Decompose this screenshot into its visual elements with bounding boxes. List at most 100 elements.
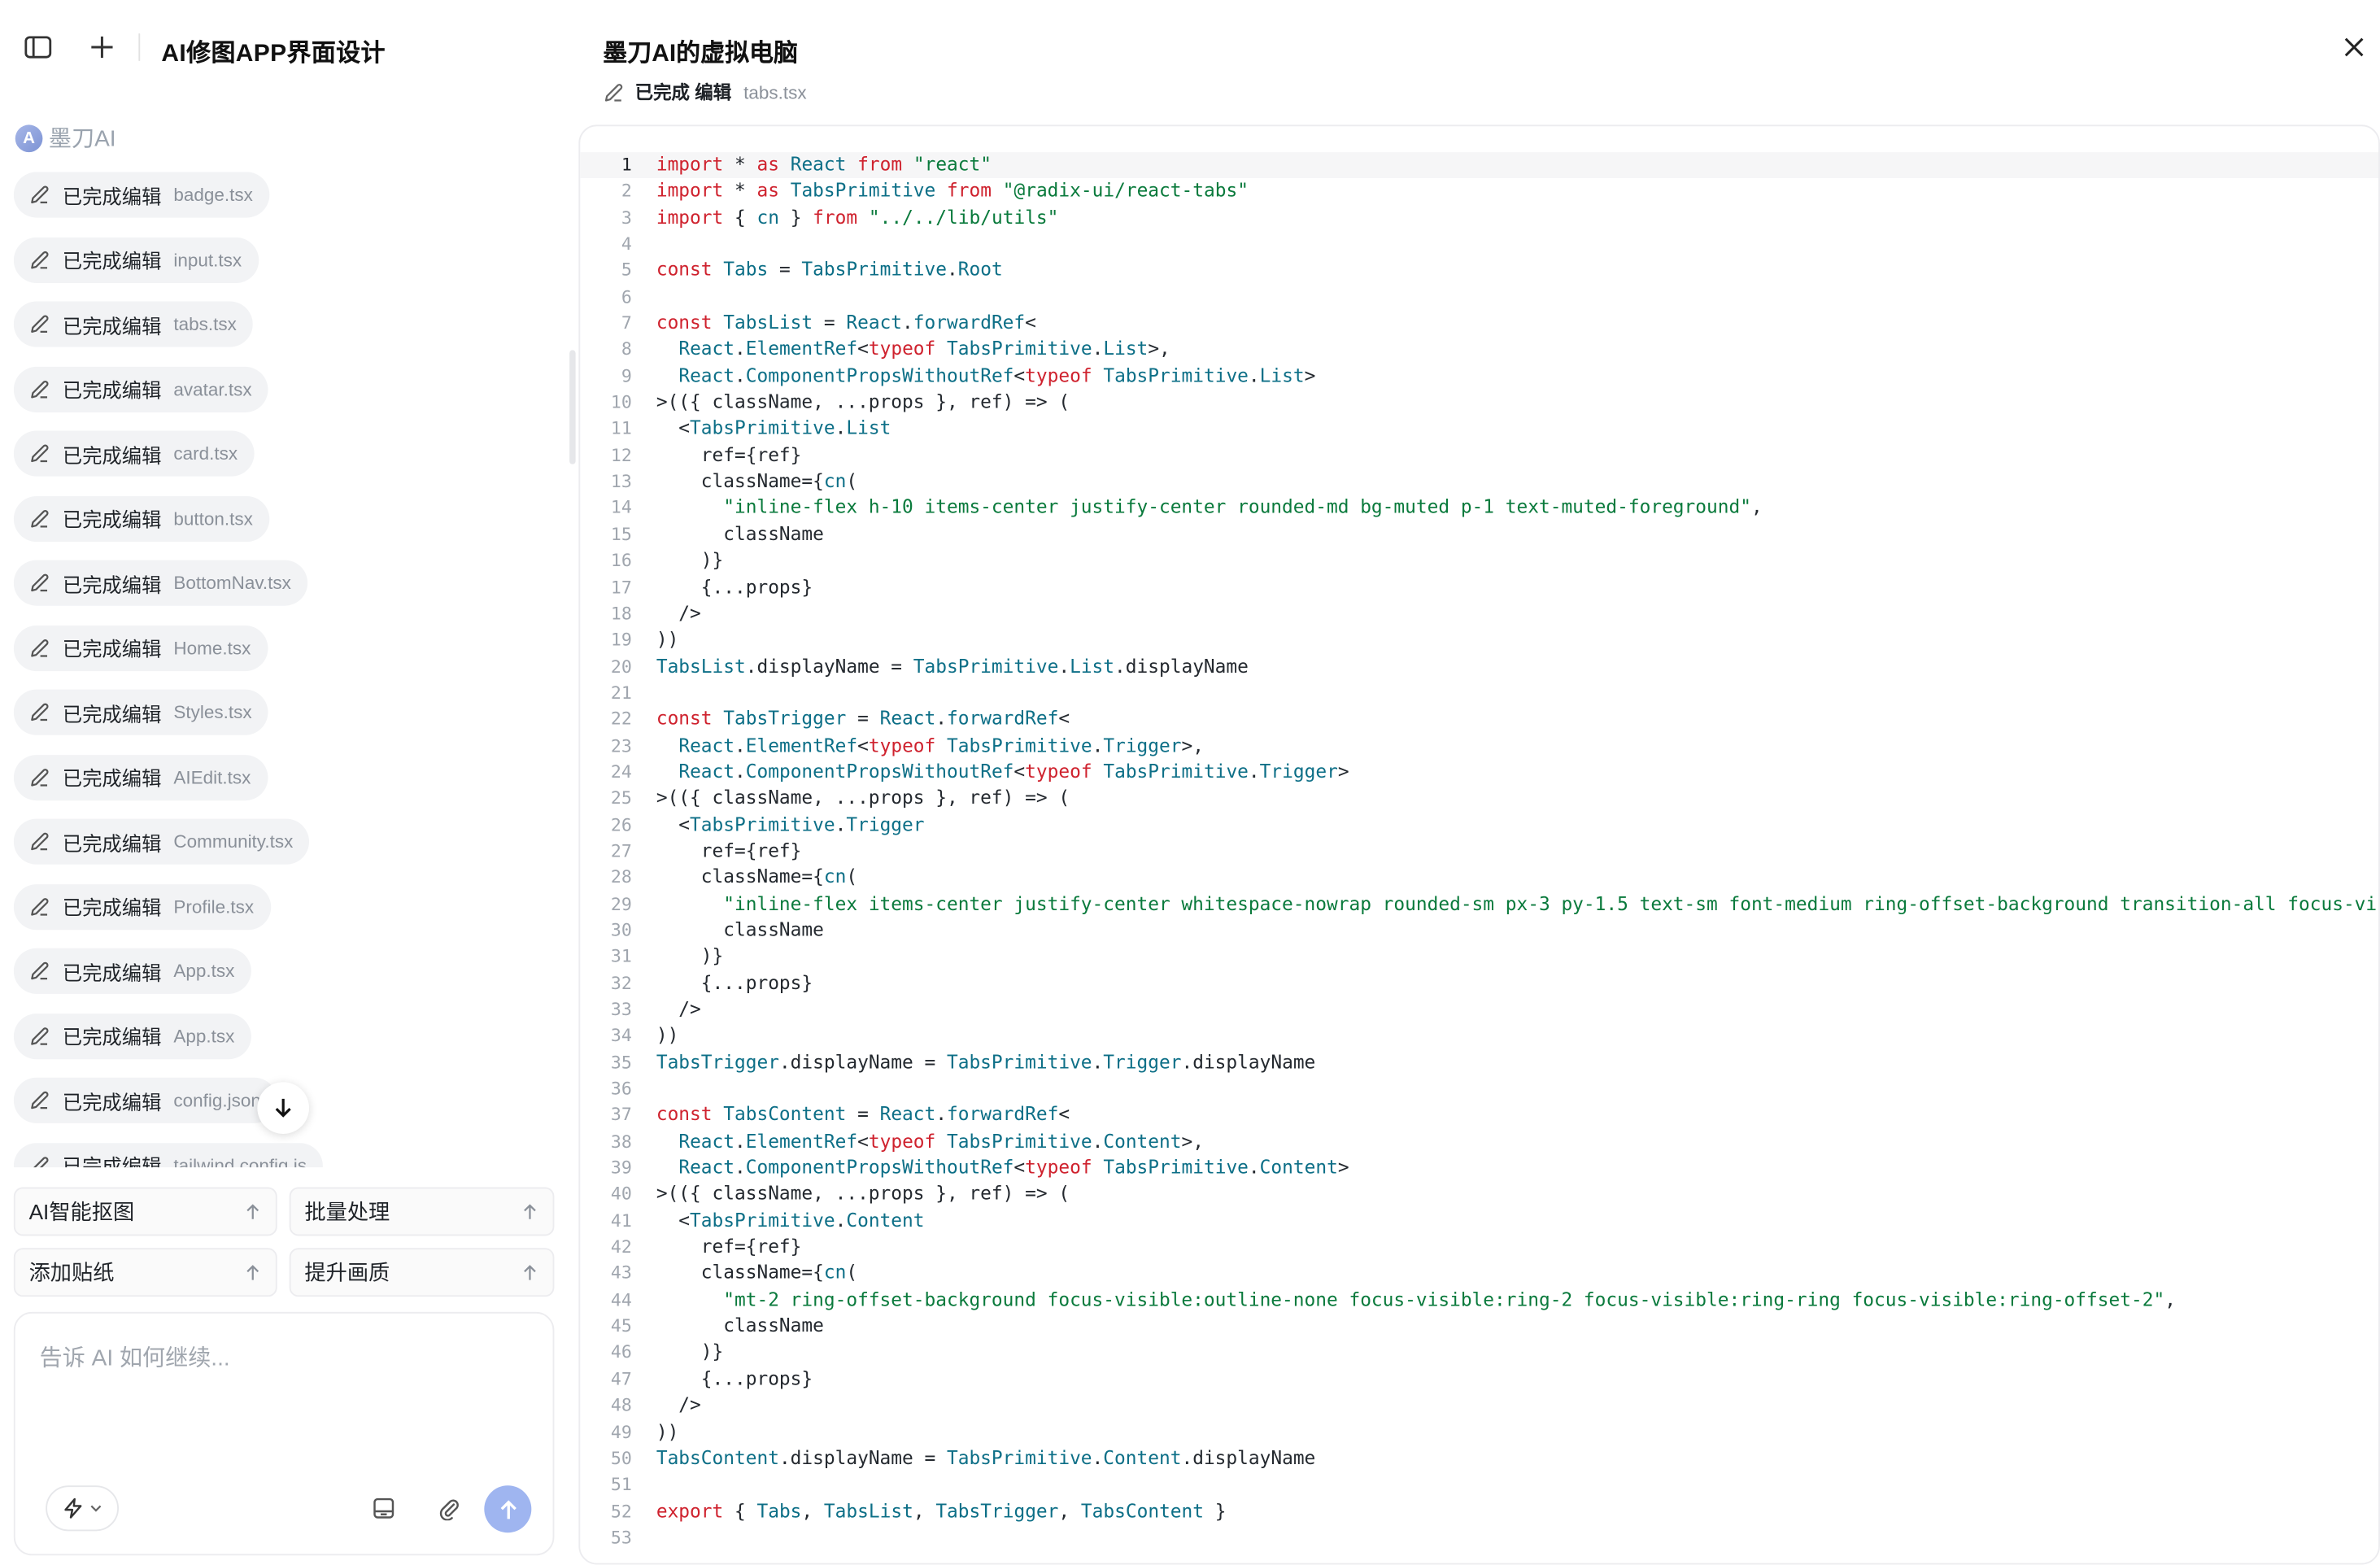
line-number: 38 <box>610 1130 632 1152</box>
line-text: {...props} <box>656 576 813 598</box>
line-text: React.ElementRef<typeof TabsPrimitive.Co… <box>678 1130 1205 1152</box>
send-button[interactable] <box>484 1485 532 1533</box>
brand-name: 墨刀AI <box>48 126 116 153</box>
item-status: 已完成编辑 <box>62 508 162 532</box>
edit-history-item[interactable]: 已完成编辑 BottomNav.tsx <box>13 560 308 606</box>
brand: A 墨刀AI <box>15 122 116 154</box>
line-number: 13 <box>610 470 632 492</box>
line-text: <TabsPrimitive.Trigger <box>656 813 925 835</box>
line-number: 17 <box>610 576 632 598</box>
code-viewer[interactable]: 1 import * as React from "react" 2 import *… <box>578 124 2380 1565</box>
mode-selector[interactable] <box>46 1485 120 1532</box>
code-line: 2 import * as TabsPrimitive from "@radix-… <box>580 179 2378 205</box>
line-text: import * as TabsPrimitive from "@radix-u… <box>656 180 1249 202</box>
code-line: 24 React.ComponentPropsWithoutRef<typeof… <box>580 760 2378 786</box>
item-status: 已完成编辑 <box>62 961 162 984</box>
line-number: 20 <box>610 655 632 677</box>
edit-history-item[interactable]: 已完成编辑 badge.tsx <box>13 172 270 218</box>
prompt-input[interactable]: 告诉 AI 如何继续... <box>40 1340 230 1372</box>
edit-history-item[interactable]: 已完成编辑 avatar.tsx <box>13 365 269 412</box>
edit-history-item[interactable]: 已完成编辑 config.json <box>13 1077 278 1123</box>
line-number: 24 <box>610 761 632 782</box>
code-line: 33 /> <box>580 997 2378 1023</box>
pencil-icon <box>31 1027 49 1044</box>
quick-action-sticker[interactable]: 添加贴纸 <box>13 1248 277 1297</box>
list-item: 已完成编辑 badge.tsx <box>13 172 562 237</box>
line-number: 3 <box>621 206 632 229</box>
item-filename: badge.tsx <box>173 184 253 206</box>
line-number: 12 <box>610 443 632 466</box>
paperclip-icon[interactable] <box>426 1485 472 1531</box>
line-text: )} <box>656 549 724 571</box>
line-text: const TabsContent = React.forwardRef< <box>656 1104 1070 1126</box>
line-text: className={cn( <box>656 866 858 888</box>
code-line: 38 React.ElementRef<typeof TabsPrimitive… <box>580 1129 2378 1155</box>
item-status: 已完成编辑 <box>62 314 162 338</box>
divider <box>138 33 141 61</box>
edit-history-item[interactable]: 已完成编辑 AIEdit.tsx <box>13 754 268 800</box>
item-status: 已完成编辑 <box>62 1026 162 1049</box>
quick-action-ai-cutout[interactable]: AI智能抠图 <box>13 1187 277 1236</box>
line-text: React.ElementRef<typeof TabsPrimitive.Tr… <box>678 734 1205 756</box>
line-text: <TabsPrimitive.List <box>656 417 891 439</box>
line-number: 29 <box>610 892 632 914</box>
line-text: )) <box>656 1024 679 1047</box>
code-line: 50 TabsContent.displayName = TabsPrimitiv… <box>580 1445 2378 1471</box>
edit-history-item[interactable]: 已完成编辑 App.tsx <box>13 948 251 994</box>
line-text: import * as React from "react" <box>656 153 992 176</box>
item-filename: App.tsx <box>173 1025 235 1047</box>
code-line: 35 TabsTrigger.displayName = TabsPrimitiv… <box>580 1049 2378 1075</box>
arrow-down-icon <box>275 1098 291 1118</box>
composer[interactable]: 告诉 AI 如何继续... <box>13 1311 555 1556</box>
line-text: ref={ref} <box>656 1236 802 1258</box>
line-text: className <box>656 919 824 941</box>
edit-history-item[interactable]: 已完成编辑 card.tsx <box>13 430 255 477</box>
code-line: 25 >(({ className, ...props }, ref) => ( <box>580 786 2378 812</box>
quick-action-label: 添加贴纸 <box>28 1260 115 1285</box>
close-button[interactable] <box>2338 30 2371 63</box>
arrow-up-icon <box>246 1265 259 1280</box>
edit-history-list[interactable]: 已完成编辑 badge.tsx 已完成编辑 input.tsx 已完成编辑 tabs.ts… <box>13 172 562 1168</box>
line-number: 34 <box>610 1024 632 1047</box>
sidebar-toggle-icon[interactable] <box>17 26 59 68</box>
sidebar-scrollbar[interactable] <box>569 350 576 464</box>
line-number: 33 <box>610 998 632 1020</box>
quick-action-enhance[interactable]: 提升画质 <box>289 1248 555 1297</box>
line-number: 50 <box>610 1447 632 1469</box>
edit-history-item[interactable]: 已完成编辑 Home.tsx <box>13 625 268 671</box>
quick-action-batch[interactable]: 批量处理 <box>289 1187 555 1236</box>
plus-icon[interactable] <box>81 26 123 68</box>
edit-history-item[interactable]: 已完成编辑 tabs.tsx <box>13 301 254 347</box>
line-number: 14 <box>610 496 632 519</box>
line-number: 48 <box>610 1394 632 1416</box>
image-icon[interactable] <box>361 1485 407 1531</box>
list-item: 已完成编辑 Styles.tsx <box>13 689 562 755</box>
line-text: const TabsTrigger = React.forwardRef< <box>656 708 1070 730</box>
edit-history-item[interactable]: 已完成编辑 App.tsx <box>13 1013 251 1059</box>
line-text: "mt-2 ring-offset-background focus-visib… <box>723 1288 2176 1310</box>
code-line: 22 const TabsTrigger = React.forwardRef< <box>580 707 2378 733</box>
pencil-icon <box>31 315 49 333</box>
code-line: 42 ref={ref} <box>580 1235 2378 1261</box>
edit-history-item[interactable]: 已完成编辑 Profile.tsx <box>13 883 271 930</box>
list-item: 已完成编辑 tabs.tsx <box>13 301 562 366</box>
line-number: 46 <box>610 1341 632 1363</box>
item-filename: tailwind.config.js <box>173 1154 307 1168</box>
edit-history-item[interactable]: 已完成编辑 button.tsx <box>13 495 270 542</box>
line-number: 19 <box>610 629 632 651</box>
item-filename: avatar.tsx <box>173 377 252 400</box>
line-text: className <box>656 1314 824 1337</box>
line-number: 22 <box>610 708 632 730</box>
line-text: ref={ref} <box>656 443 802 466</box>
line-number: 51 <box>610 1473 632 1495</box>
edit-history-item[interactable]: 已完成编辑 Styles.tsx <box>13 689 269 735</box>
scroll-down-button[interactable] <box>257 1082 310 1134</box>
pencil-icon <box>31 573 49 592</box>
edit-history-item[interactable]: 已完成编辑 input.tsx <box>13 236 259 283</box>
line-number: 21 <box>610 682 632 704</box>
edit-history-item[interactable]: 已完成编辑 tailwind.config.js <box>13 1142 324 1168</box>
edit-history-item[interactable]: 已完成编辑 Community.tsx <box>13 818 310 865</box>
list-item: 已完成编辑 BottomNav.tsx <box>13 560 562 626</box>
line-text: React.ComponentPropsWithoutRef<typeof Ta… <box>678 761 1349 782</box>
line-number: 47 <box>610 1367 632 1389</box>
